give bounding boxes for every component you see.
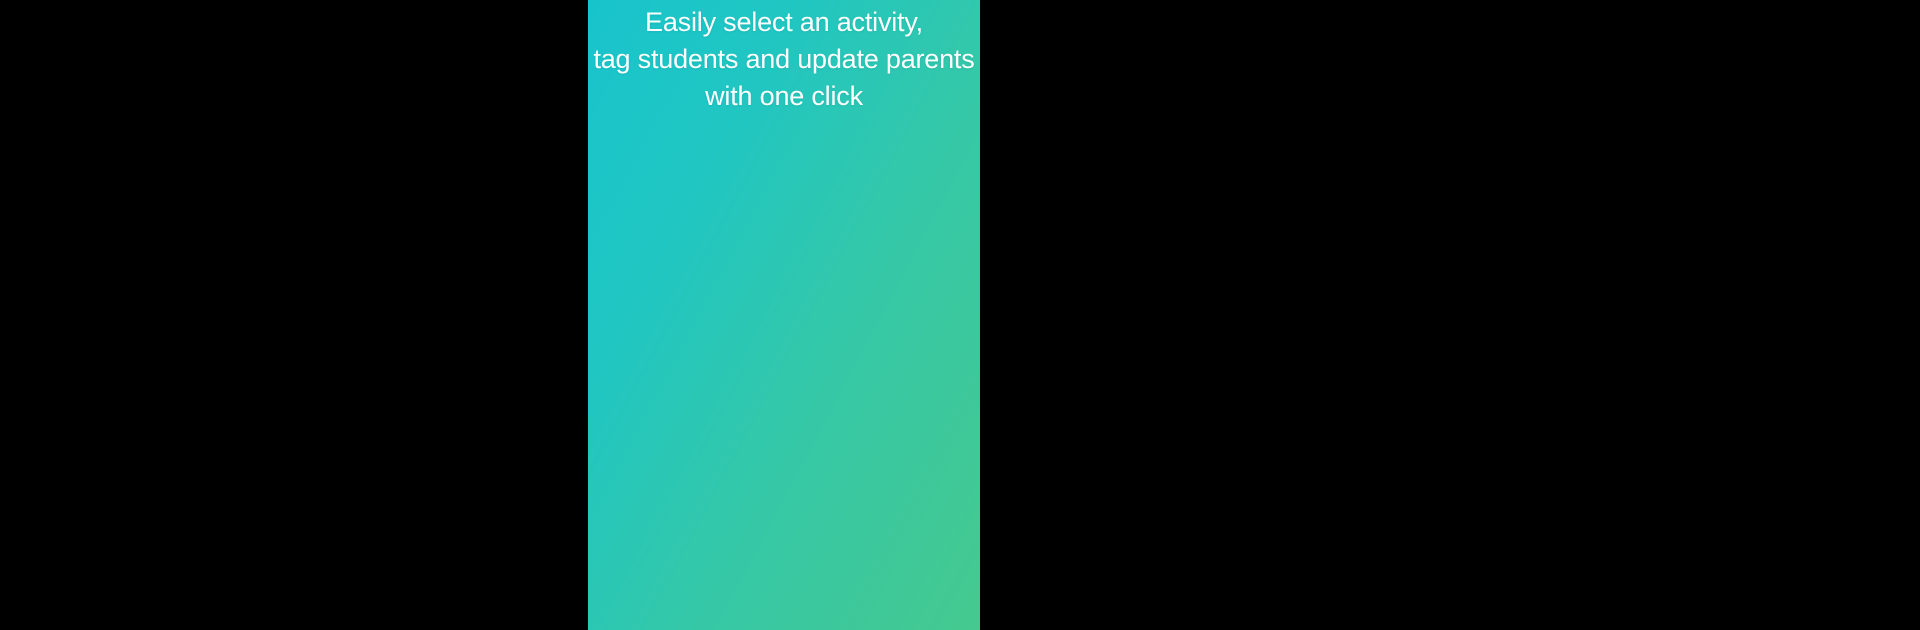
- headline-line-2: tag students and update parents: [593, 44, 975, 74]
- marketing-panel: Easily select an activity, tag students …: [588, 0, 980, 630]
- screenshot-stage: Easily select an activity, tag students …: [0, 0, 1920, 630]
- headline-line-1: Easily select an activity,: [645, 7, 923, 37]
- marketing-headline: Easily select an activity, tag students …: [588, 4, 980, 115]
- headline-line-3: with one click: [705, 81, 863, 111]
